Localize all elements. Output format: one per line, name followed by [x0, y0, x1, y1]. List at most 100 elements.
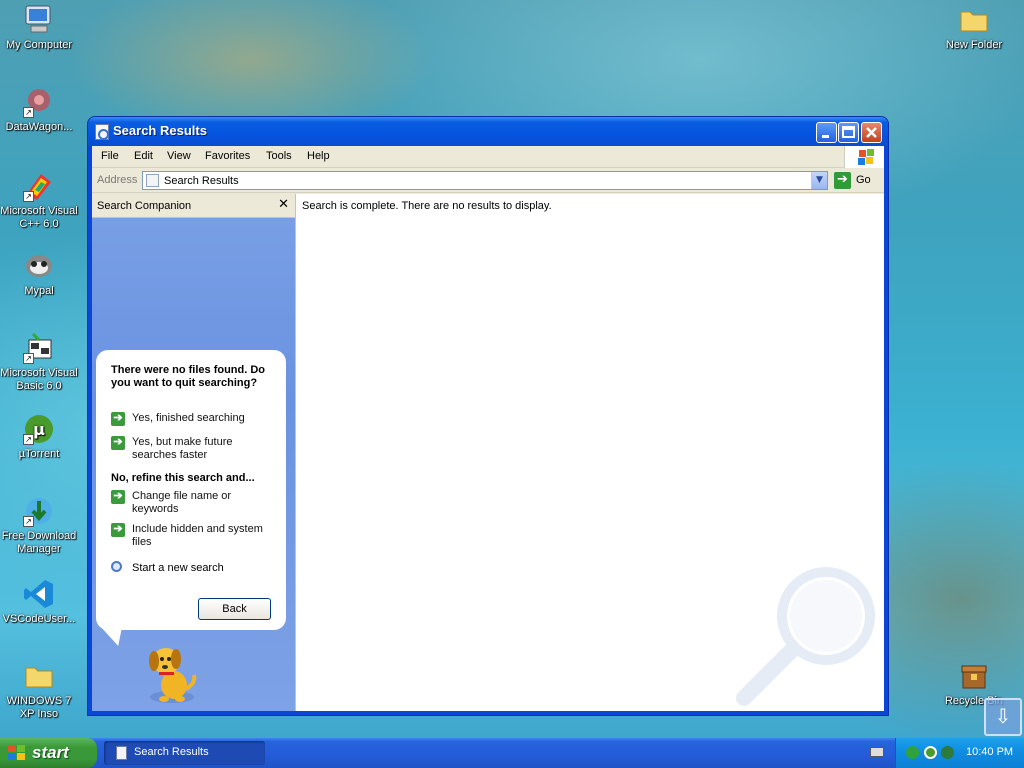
- magnifier-watermark-icon: [736, 567, 875, 706]
- address-field[interactable]: Search Results ▼: [142, 171, 828, 190]
- go-arrow-icon: ➔: [834, 172, 851, 189]
- desktop-icon-my-computer[interactable]: My Computer: [0, 4, 78, 52]
- shortcut-arrow-icon: ↗: [23, 516, 34, 527]
- menu-edit[interactable]: Edit: [134, 150, 153, 162]
- maximize-button[interactable]: [838, 122, 859, 143]
- taskbar-item-search-results[interactable]: Search Results: [104, 741, 265, 765]
- desktop-icon-label: DataWagon...: [5, 121, 73, 133]
- desktop-icon-windows7-folder[interactable]: WINDOWS 7 XP Inso: [0, 660, 78, 721]
- vscode-icon: [23, 578, 55, 610]
- new-search-label: Start a new search: [132, 562, 224, 574]
- desktop-icon-label: WINDOWS 7 XP Inso: [6, 695, 72, 720]
- desktop-icon-label: Mypal: [24, 285, 54, 297]
- svg-text:µ: µ: [33, 420, 45, 439]
- minimize-icon: [822, 135, 829, 138]
- start-new-search-link[interactable]: Start a new search: [111, 561, 271, 577]
- results-message: Search is complete. There are no results…: [302, 200, 552, 212]
- clock[interactable]: 10:40 PM: [966, 746, 1013, 758]
- green-arrow-icon: ➔: [111, 412, 125, 426]
- desktop-icon-utorrent[interactable]: µ ↗ µTorrent: [0, 413, 78, 461]
- folder-icon: [23, 660, 55, 692]
- option-label: Include hidden and system files: [132, 523, 263, 548]
- content-panes: Search Companion ✕ There were no files f…: [92, 194, 884, 711]
- desktop-icon-free-download-manager[interactable]: ↗ Free Download Manager: [0, 495, 78, 556]
- green-arrow-icon: ➔: [111, 436, 125, 450]
- desktop-icon-mypal[interactable]: Mypal: [0, 250, 78, 298]
- system-tray: 10:40 PM: [895, 738, 1024, 768]
- balloon-tail: [101, 628, 131, 646]
- desktop-icon-visual-basic[interactable]: ↗ Microsoft Visual Basic 6.0: [0, 332, 78, 393]
- menu-file[interactable]: File: [101, 150, 119, 162]
- search-dog-icon[interactable]: [142, 639, 202, 709]
- menu-bar: File Edit View Favorites Tools Help: [92, 146, 884, 168]
- keyboard-icon[interactable]: [870, 747, 884, 757]
- refine-heading: No, refine this search and...: [111, 472, 255, 484]
- go-button[interactable]: ➔ Go: [832, 171, 880, 190]
- mypal-icon: [23, 250, 55, 282]
- visual-cpp-icon: ↗: [23, 170, 55, 202]
- chevron-down-icon[interactable]: ▼: [811, 172, 827, 189]
- title-bar[interactable]: Search Results: [88, 117, 888, 146]
- close-button[interactable]: [861, 122, 882, 143]
- magnifier-icon: [111, 561, 122, 572]
- desktop-icon-vscode[interactable]: VSCodeUser...: [0, 578, 78, 626]
- companion-title: Search Companion: [97, 200, 192, 212]
- results-pane: Search is complete. There are no results…: [295, 194, 884, 711]
- search-window-icon: [95, 124, 109, 140]
- minimize-button[interactable]: [816, 122, 837, 143]
- menu-tools[interactable]: Tools: [266, 150, 292, 162]
- start-label: start: [32, 743, 69, 762]
- datawagon-icon: ↗: [23, 86, 55, 118]
- green-arrow-icon: ➔: [111, 490, 125, 504]
- desktop-icon-label: µTorrent: [18, 448, 60, 460]
- desktop-icon-label: VSCodeUser...: [2, 613, 76, 625]
- desktop-icon-visual-cpp[interactable]: ↗ Microsoft Visual C++ 6.0: [0, 170, 78, 231]
- go-label: Go: [856, 174, 871, 186]
- start-button[interactable]: start: [0, 738, 97, 768]
- close-icon: [866, 127, 877, 138]
- shortcut-arrow-icon: ↗: [23, 107, 34, 118]
- network-icon[interactable]: [906, 746, 919, 759]
- utorrent-tray-icon[interactable]: [924, 746, 937, 759]
- companion-header: Search Companion ✕: [92, 194, 295, 218]
- address-label: Address: [97, 174, 138, 186]
- address-bar: Address Search Results ▼ ➔ Go: [92, 168, 884, 193]
- menu-favorites[interactable]: Favorites: [205, 150, 250, 162]
- sync-icon[interactable]: [941, 746, 954, 759]
- desktop-icon-new-folder[interactable]: New Folder: [935, 4, 1013, 52]
- shortcut-arrow-icon: ↗: [23, 353, 34, 364]
- utorrent-icon: µ ↗: [23, 413, 55, 445]
- green-arrow-icon: ➔: [111, 523, 125, 537]
- windows-logo-icon: [8, 745, 26, 761]
- desktop-icon-label: Microsoft Visual Basic 6.0: [0, 367, 78, 392]
- search-window-icon: [116, 746, 127, 760]
- recycle-bin-icon: [958, 660, 990, 692]
- option-future-searches-faster[interactable]: ➔ Yes, but make future searches faster: [111, 436, 276, 464]
- taskbar-item-label: Search Results: [134, 746, 209, 758]
- search-page-icon: [146, 174, 159, 187]
- window-client-area: File Edit View Favorites Tools Help Addr…: [92, 146, 884, 711]
- taskbar: start Search Results 10:40 PM: [0, 738, 1024, 768]
- maximize-icon: [842, 126, 855, 138]
- option-include-hidden-files[interactable]: ➔ Include hidden and system files: [111, 523, 276, 551]
- search-results-window: Search Results File Edit View Favorites …: [88, 117, 888, 715]
- address-value: Search Results: [164, 175, 239, 187]
- desktop-icon-datawagon[interactable]: ↗ DataWagon...: [0, 86, 78, 134]
- companion-balloon: There were no files found. Do you want t…: [96, 350, 286, 630]
- menu-help[interactable]: Help: [307, 150, 330, 162]
- search-companion-pane: Search Companion ✕ There were no files f…: [92, 194, 295, 711]
- back-button[interactable]: Back: [198, 598, 271, 620]
- shortcut-arrow-icon: ↗: [23, 191, 34, 202]
- free-download-manager-icon: ↗: [23, 495, 55, 527]
- option-label: Yes, finished searching: [132, 412, 245, 424]
- folder-icon: [958, 4, 990, 36]
- close-icon[interactable]: ✕: [278, 197, 289, 212]
- computer-icon: [23, 4, 55, 36]
- shortcut-arrow-icon: ↗: [23, 434, 34, 445]
- option-label: Yes, but make future searches faster: [132, 436, 233, 461]
- option-change-file-name[interactable]: ➔ Change file name or keywords: [111, 490, 276, 518]
- windows-logo-icon: [844, 146, 884, 168]
- download-arrow-icon[interactable]: ⇩: [984, 698, 1022, 736]
- menu-view[interactable]: View: [167, 150, 191, 162]
- option-label: Change file name or keywords: [132, 490, 232, 515]
